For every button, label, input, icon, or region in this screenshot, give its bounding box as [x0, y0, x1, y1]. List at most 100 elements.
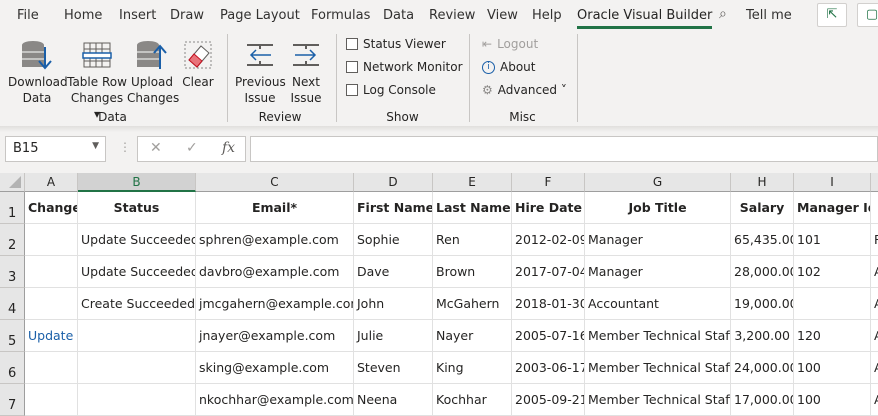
table-cell[interactable]: [78, 320, 196, 352]
table-cell[interactable]: Manager: [585, 224, 731, 256]
table-cell[interactable]: John: [354, 288, 433, 320]
table-cell[interactable]: Member Technical Staff: [585, 352, 731, 384]
download-data-button[interactable]: Download Data: [8, 36, 68, 106]
logout-button[interactable]: ⇤ Logout: [482, 37, 538, 51]
table-cell[interactable]: nkochhar@example.com: [196, 384, 354, 416]
tab-file[interactable]: File: [17, 8, 39, 23]
row-header[interactable]: 3: [0, 256, 25, 288]
header-cell[interactable]: Salary: [731, 192, 794, 224]
select-all-corner[interactable]: [0, 173, 25, 192]
table-cell[interactable]: 2017-07-04: [512, 256, 585, 288]
table-cell[interactable]: [25, 288, 78, 320]
about-button[interactable]: i About: [482, 60, 535, 74]
table-cell[interactable]: Neena: [354, 384, 433, 416]
table-cell[interactable]: Member Technical Staff: [585, 384, 731, 416]
tell-me[interactable]: Tell me: [746, 8, 792, 23]
table-cell[interactable]: 2012-02-09: [512, 224, 585, 256]
column-header-A[interactable]: A: [25, 173, 78, 192]
table-cell[interactable]: Kochhar: [433, 384, 512, 416]
column-header-I[interactable]: I: [794, 173, 871, 192]
table-cell[interactable]: Accountant: [585, 288, 731, 320]
row-header[interactable]: 1: [0, 192, 25, 224]
tab-formulas[interactable]: Formulas: [311, 8, 370, 23]
table-cell[interactable]: 65,435.00: [731, 224, 794, 256]
table-cell[interactable]: A: [871, 320, 878, 352]
row-header[interactable]: 4: [0, 288, 25, 320]
table-cell[interactable]: 2003-06-17: [512, 352, 585, 384]
table-cell[interactable]: jmcgahern@example.com: [196, 288, 354, 320]
previous-issue-button[interactable]: Previous Issue: [235, 36, 286, 106]
insert-function-icon[interactable]: fx: [222, 140, 235, 156]
search-icon[interactable]: ⌕: [719, 6, 727, 22]
table-cell[interactable]: Member Technical Staff: [585, 320, 731, 352]
tab-home[interactable]: Home: [64, 8, 102, 23]
network-monitor-checkbox[interactable]: Network Monitor: [346, 60, 463, 74]
table-cell[interactable]: A: [871, 256, 878, 288]
table-cell[interactable]: A: [871, 288, 878, 320]
row-header[interactable]: 6: [0, 352, 25, 384]
table-cell[interactable]: Brown: [433, 256, 512, 288]
header-cell[interactable]: Hire Date: [512, 192, 585, 224]
advanced-dropdown[interactable]: ⚙ Advanced ˅: [482, 83, 567, 97]
tab-data[interactable]: Data: [383, 8, 414, 23]
header-cell[interactable]: Last Name*: [433, 192, 512, 224]
table-cell[interactable]: [25, 256, 78, 288]
column-header-B[interactable]: B: [78, 173, 196, 192]
header-cell[interactable]: Change: [25, 192, 78, 224]
table-cell[interactable]: 24,000.00: [731, 352, 794, 384]
log-console-checkbox[interactable]: Log Console: [346, 83, 436, 97]
tab-oracle-visual-builder[interactable]: Oracle Visual Builder: [577, 8, 713, 29]
tab-draw[interactable]: Draw: [170, 8, 204, 23]
next-issue-button[interactable]: Next Issue: [287, 36, 325, 106]
cancel-icon[interactable]: ✕: [150, 140, 162, 156]
header-cell[interactable]: Status: [78, 192, 196, 224]
table-cell[interactable]: 2005-09-21: [512, 384, 585, 416]
enter-icon[interactable]: ✓: [186, 140, 198, 156]
table-cell[interactable]: 102: [794, 256, 871, 288]
header-cell[interactable]: Job Title: [585, 192, 731, 224]
table-cell[interactable]: Julie: [354, 320, 433, 352]
header-cell[interactable]: Email*: [196, 192, 354, 224]
table-cell[interactable]: 19,000.00: [731, 288, 794, 320]
column-header-F[interactable]: F: [512, 173, 585, 192]
column-header-G[interactable]: G: [585, 173, 731, 192]
table-cell[interactable]: 28,000.00: [731, 256, 794, 288]
clear-button[interactable]: Clear: [178, 36, 218, 90]
header-cell[interactable]: [871, 192, 878, 224]
status-viewer-checkbox[interactable]: Status Viewer: [346, 37, 446, 51]
comments-button[interactable]: ▢: [857, 3, 878, 27]
tab-insert[interactable]: Insert: [119, 8, 156, 23]
table-cell[interactable]: [25, 352, 78, 384]
table-cell[interactable]: jnayer@example.com: [196, 320, 354, 352]
table-cell[interactable]: Dave: [354, 256, 433, 288]
table-cell[interactable]: 2018-01-30: [512, 288, 585, 320]
table-cell[interactable]: 101: [794, 224, 871, 256]
table-cell[interactable]: A: [871, 352, 878, 384]
chevron-down-icon[interactable]: ▼: [92, 141, 99, 151]
share-button[interactable]: ⇱: [817, 3, 847, 27]
table-cell[interactable]: sking@example.com: [196, 352, 354, 384]
table-cell[interactable]: McGahern: [433, 288, 512, 320]
table-cell[interactable]: [794, 288, 871, 320]
table-cell[interactable]: Nayer: [433, 320, 512, 352]
row-header[interactable]: 2: [0, 224, 25, 256]
table-cell[interactable]: 2005-07-16: [512, 320, 585, 352]
table-cell[interactable]: Update Succeeded: [78, 256, 196, 288]
upload-changes-button[interactable]: Upload Changes: [127, 36, 179, 106]
column-header-D[interactable]: D: [354, 173, 433, 192]
table-cell[interactable]: Ren: [433, 224, 512, 256]
table-cell[interactable]: sphren@example.com: [196, 224, 354, 256]
formula-input[interactable]: [250, 136, 878, 162]
column-header-C[interactable]: C: [196, 173, 354, 192]
table-cell[interactable]: [78, 352, 196, 384]
column-header-j[interactable]: [871, 173, 878, 192]
table-cell[interactable]: 100: [794, 352, 871, 384]
table-cell[interactable]: [25, 224, 78, 256]
table-cell[interactable]: Manager: [585, 256, 731, 288]
table-cell[interactable]: King: [433, 352, 512, 384]
column-header-E[interactable]: E: [433, 173, 512, 192]
row-header[interactable]: 5: [0, 320, 25, 352]
table-cell[interactable]: 120: [794, 320, 871, 352]
tab-page-layout[interactable]: Page Layout: [220, 8, 300, 23]
header-cell[interactable]: First Name: [354, 192, 433, 224]
